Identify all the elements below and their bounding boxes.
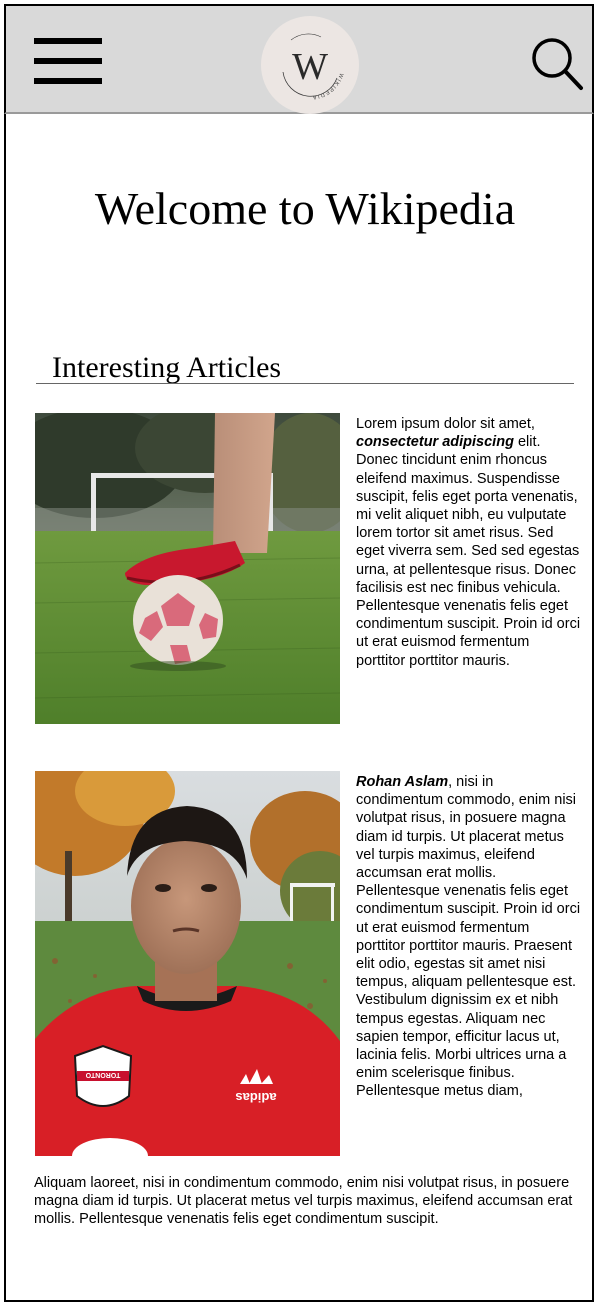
article-2-text: Rohan Aslam, nisi in condimentum commodo… (356, 773, 581, 1101)
svg-text:adidas: adidas (235, 1090, 276, 1105)
article-image-portrait[interactable]: TORONTO adidas (35, 771, 340, 1156)
search-icon[interactable] (528, 34, 586, 94)
wikipedia-logo[interactable]: WIKIPEDIA W (261, 16, 359, 114)
article-1-emphasis[interactable]: consectetur adipiscing (356, 434, 514, 450)
section-heading: Interesting Articles (52, 351, 282, 384)
logo-emblem-icon: WIKIPEDIA W (282, 33, 343, 100)
article-2-body: , nisi in condimentum commodo, enim nisi… (356, 774, 581, 1100)
article-1-body: elit. Donec tincidunt enim rhoncus eleif… (356, 434, 581, 669)
top-navigation-bar: WIKIPEDIA W (4, 4, 594, 114)
logo-letter: W (292, 46, 328, 88)
article-2-continuation: Aliquam laoreet, nisi in condimentum com… (34, 1175, 573, 1228)
portrait-photo: TORONTO adidas (35, 771, 340, 1156)
page-title: Welcome to Wikipedia (94, 183, 516, 234)
svg-text:TORONTO: TORONTO (85, 1071, 120, 1078)
section-divider (36, 383, 574, 384)
hamburger-menu-icon[interactable] (34, 38, 104, 92)
soccer-photo (35, 413, 340, 724)
article-1-text: Lorem ipsum dolor sit amet, consectetur … (356, 415, 581, 670)
article-image-soccer[interactable] (35, 413, 340, 724)
jersey-badge: TORONTO (73, 1044, 133, 1107)
article-2-emphasis[interactable]: Rohan Aslam (356, 774, 448, 790)
article-1-lead: Lorem ipsum dolor sit amet, (356, 416, 535, 432)
